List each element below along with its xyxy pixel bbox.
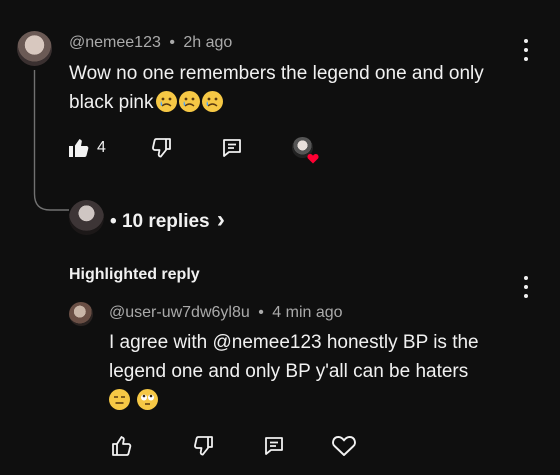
dot bbox=[524, 39, 528, 43]
reply-text-line-1: I agree with @nemee123 honestly BP is th… bbox=[109, 332, 479, 353]
reply-author[interactable]: @user-uw7dw6yl8u bbox=[109, 304, 250, 321]
reply-emoji-line bbox=[109, 386, 529, 415]
thread-connector-line bbox=[33, 70, 69, 211]
replies-count-label: 10 replies bbox=[121, 211, 210, 232]
heart-outline-icon bbox=[332, 436, 356, 456]
replier-avatar bbox=[69, 200, 104, 235]
thumbs-up-outline-icon bbox=[112, 436, 132, 456]
reply-dislike-button[interactable] bbox=[192, 434, 216, 458]
reply-like-button[interactable] bbox=[109, 434, 133, 458]
reply-heart-button[interactable] bbox=[331, 434, 357, 458]
comment-text: Wow no one remembers the legend one and … bbox=[69, 59, 499, 117]
meta-separator: • bbox=[258, 304, 264, 321]
comment-more-menu-button[interactable] bbox=[523, 39, 529, 61]
reply-text-line-2: legend one and only BP y'all can be hate… bbox=[109, 361, 469, 382]
comment-text-content: Wow no one remembers the legend one and … bbox=[69, 63, 484, 113]
dot bbox=[524, 276, 528, 280]
dot bbox=[524, 294, 528, 298]
crying-face-emoji bbox=[201, 91, 223, 112]
crying-face-emoji bbox=[178, 91, 200, 112]
chevron-right-icon: › bbox=[216, 206, 225, 233]
comment-meta: @nemee123 • 2h ago bbox=[69, 34, 232, 52]
reply-icon bbox=[265, 437, 283, 455]
dot bbox=[524, 285, 528, 289]
reply-button[interactable] bbox=[220, 136, 244, 160]
reply-icon bbox=[223, 139, 241, 157]
reply-meta: @user-uw7dw6yl8u • 4 min ago bbox=[109, 304, 343, 322]
expressionless-face-emoji bbox=[109, 389, 130, 410]
reply-reply-button[interactable] bbox=[262, 434, 286, 458]
dot bbox=[524, 48, 528, 52]
thumbs-down-icon bbox=[194, 436, 213, 456]
highlighted-reply-heading: Highlighted reply bbox=[69, 266, 200, 283]
comment-author[interactable]: @nemee123 bbox=[69, 34, 161, 51]
dislike-button[interactable] bbox=[150, 136, 174, 160]
comment-time[interactable]: 2h ago bbox=[183, 34, 232, 51]
face-with-rolling-eyes-emoji bbox=[137, 389, 159, 410]
reply-time[interactable]: 4 min ago bbox=[272, 304, 342, 321]
commenter-avatar[interactable] bbox=[17, 31, 52, 66]
reply-author-avatar[interactable] bbox=[69, 302, 93, 326]
heart-badge-icon bbox=[307, 151, 319, 169]
reply-more-menu-button[interactable] bbox=[523, 276, 529, 298]
meta-separator: • bbox=[169, 34, 175, 51]
thumbs-down-icon bbox=[152, 138, 171, 158]
view-replies-button[interactable]: • 10 replies › bbox=[110, 206, 225, 234]
reply-text: I agree with @nemee123 honestly BP is th… bbox=[109, 328, 529, 415]
dot bbox=[524, 57, 528, 61]
crying-face-emoji bbox=[155, 91, 177, 112]
replies-separator: • bbox=[110, 211, 117, 232]
like-count: 4 bbox=[97, 139, 106, 156]
